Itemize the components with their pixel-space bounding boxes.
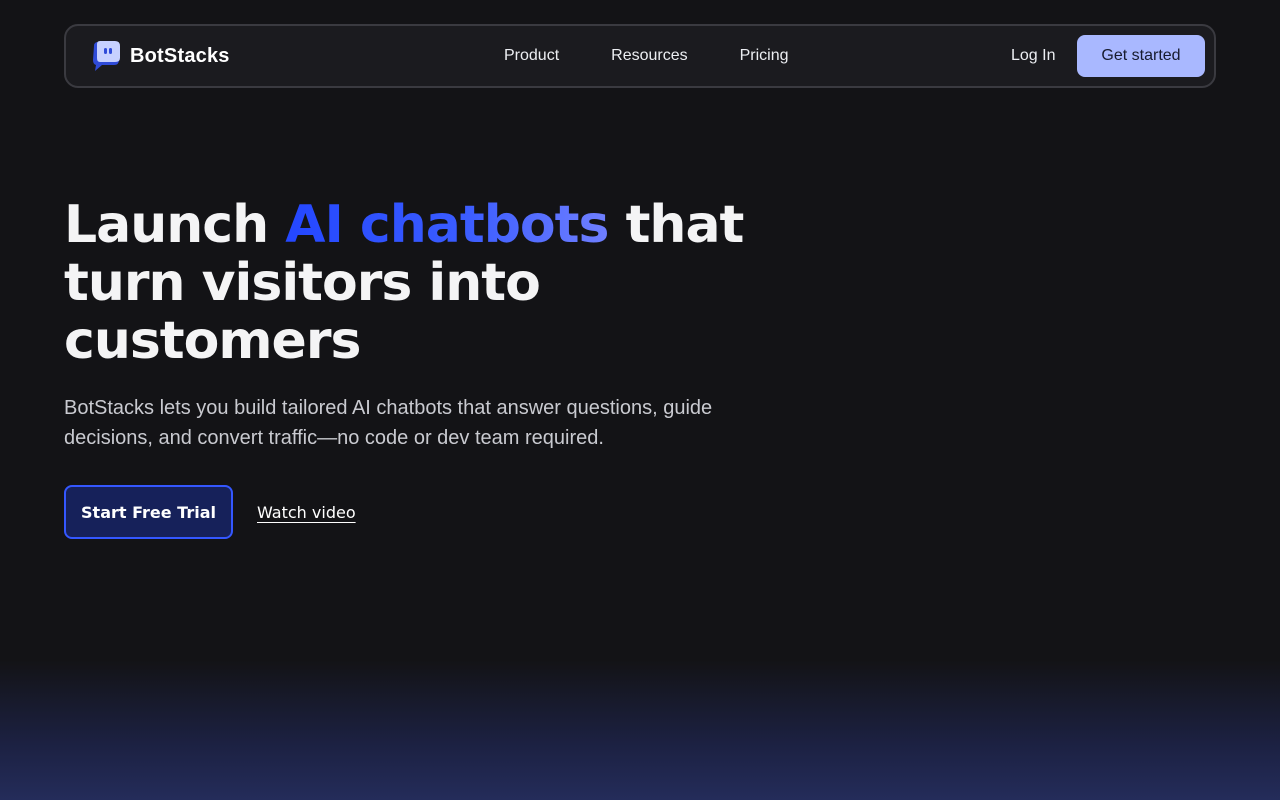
hero-title: Launch AI chatbots that turn visitors in… (64, 196, 784, 370)
hero-subtitle: BotStacks lets you build tailored AI cha… (64, 397, 713, 449)
brand-name: BotStacks (130, 44, 230, 67)
nav-links: Product Resources Pricing (504, 26, 789, 86)
get-started-button[interactable]: Get started (1077, 35, 1205, 77)
nav-link-product[interactable]: Product (504, 47, 559, 65)
bottom-gradient-glow (0, 660, 1280, 800)
nav-link-resources[interactable]: Resources (611, 47, 687, 65)
nav-link-pricing[interactable]: Pricing (740, 47, 789, 65)
watch-video-link[interactable]: Watch video (257, 485, 356, 539)
chat-bubble-logo-icon (93, 41, 120, 71)
hero-title-lead: Launch (64, 195, 286, 255)
login-link[interactable]: Log In (1011, 26, 1055, 86)
hero-title-accent: AI chatbots (285, 195, 609, 255)
top-navbar: BotStacks Product Resources Pricing Log … (64, 24, 1216, 88)
start-free-trial-button[interactable]: Start Free Trial (64, 485, 233, 539)
brand-logo[interactable]: BotStacks (88, 40, 230, 72)
